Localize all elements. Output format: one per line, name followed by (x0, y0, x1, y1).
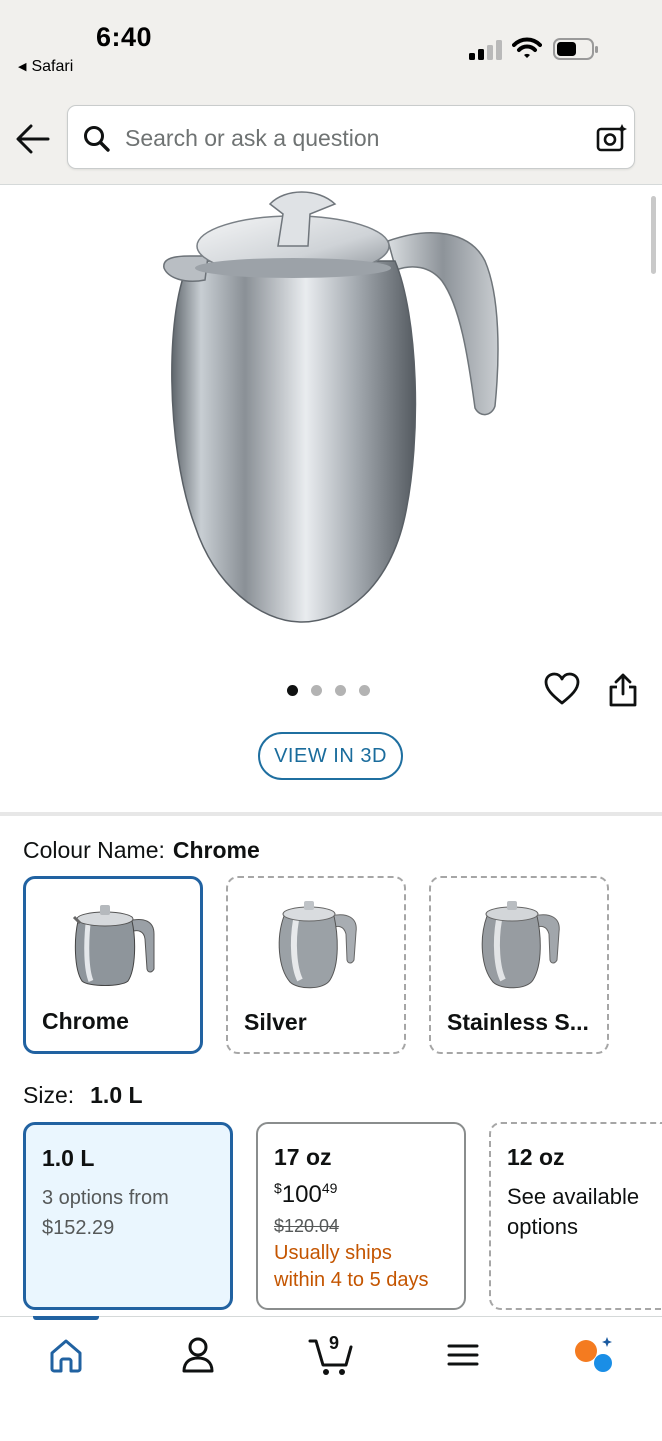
price-symbol: $ (274, 1180, 282, 1196)
back-arrow-icon[interactable] (14, 120, 52, 158)
cart-count-badge: 9 (329, 1333, 340, 1353)
shipping-line1: Usually ships (274, 1242, 392, 1264)
wifi-icon (512, 37, 542, 58)
status-time: 6:40 (96, 22, 153, 52)
size-selected-value: 1.0 L (90, 1082, 143, 1108)
size-option-line1: 3 options from (42, 1187, 169, 1209)
colour-thumbnail (278, 901, 357, 989)
view-in-3d-button[interactable]: VIEW IN 3D (258, 732, 403, 780)
gallery-page-dots[interactable] (287, 683, 383, 696)
camera-search-icon[interactable] (595, 122, 629, 154)
size-label: Size: (23, 1082, 75, 1108)
colour-option-name: Silver (244, 1009, 307, 1035)
search-bar[interactable]: Search or ask a question (67, 105, 635, 169)
colour-option-name: Stainless S... (447, 1009, 589, 1035)
colour-thumbnail (481, 901, 560, 989)
size-option-price: $10049 (274, 1180, 337, 1209)
back-app-label: Safari (31, 58, 74, 75)
top-bar: 6:40 ◀ Safari Search or ask a question (0, 0, 662, 185)
battery-icon (553, 38, 598, 60)
size-option-was-price: $120.04 (274, 1216, 340, 1236)
size-option-line2: $152.29 (42, 1217, 115, 1239)
gallery-dot[interactable] (311, 685, 322, 696)
colour-label: Colour Name: (23, 837, 165, 863)
cellular-signal-icon (469, 40, 502, 60)
product-image[interactable] (150, 186, 510, 626)
gallery-dot[interactable] (335, 685, 346, 696)
size-option-shipping: Usually ships within 4 to 5 days (274, 1240, 429, 1294)
size-option-details: 3 options from $152.29 (42, 1183, 169, 1243)
size-option-title: 12 oz (507, 1144, 565, 1170)
size-option-12-oz[interactable]: 12 oz See available options (489, 1122, 662, 1310)
size-option-line2: options (507, 1214, 578, 1239)
gallery-dot-active[interactable] (287, 685, 298, 696)
nav-active-indicator (33, 1316, 99, 1320)
page-scrollbar[interactable] (651, 196, 656, 274)
colour-option-silver[interactable]: Silver (226, 876, 406, 1054)
size-option-1-0-l[interactable]: 1.0 L 3 options from $152.29 (23, 1122, 233, 1310)
colour-label-row: Colour Name: Chrome (23, 837, 260, 864)
size-option-line1: See available (507, 1184, 640, 1209)
account-icon[interactable] (176, 1333, 220, 1377)
search-icon (84, 126, 110, 152)
price-whole: 100 (281, 1181, 322, 1208)
share-icon[interactable] (607, 672, 639, 708)
shipping-line2: within 4 to 5 days (274, 1269, 429, 1291)
home-icon[interactable] (44, 1333, 88, 1377)
size-option-title: 17 oz (274, 1144, 332, 1170)
rufus-icon[interactable] (572, 1333, 616, 1377)
section-divider (0, 812, 662, 816)
size-option-17-oz[interactable]: 17 oz $10049 $120.04 Usually ships withi… (256, 1122, 466, 1310)
bottom-nav-bar: 9 (0, 1316, 662, 1441)
search-placeholder: Search or ask a question (125, 125, 380, 151)
size-option-title: 1.0 L (42, 1145, 95, 1171)
colour-selected-value: Chrome (172, 837, 260, 863)
back-triangle-icon: ◀ (18, 61, 27, 73)
colour-option-chrome[interactable]: Chrome (23, 876, 203, 1054)
size-option-details: See available options (507, 1182, 639, 1242)
back-to-app-link[interactable]: ◀ Safari (18, 58, 73, 76)
price-fraction: 49 (321, 1180, 338, 1196)
menu-icon[interactable] (441, 1333, 485, 1377)
heart-icon[interactable] (544, 672, 580, 706)
colour-option-name: Chrome (42, 1008, 129, 1034)
size-label-row: Size: 1.0 L (23, 1082, 143, 1109)
colour-option-stainless-steel[interactable]: Stainless S... (429, 876, 609, 1054)
colour-thumbnail (72, 905, 155, 986)
gallery-dot[interactable] (359, 685, 370, 696)
